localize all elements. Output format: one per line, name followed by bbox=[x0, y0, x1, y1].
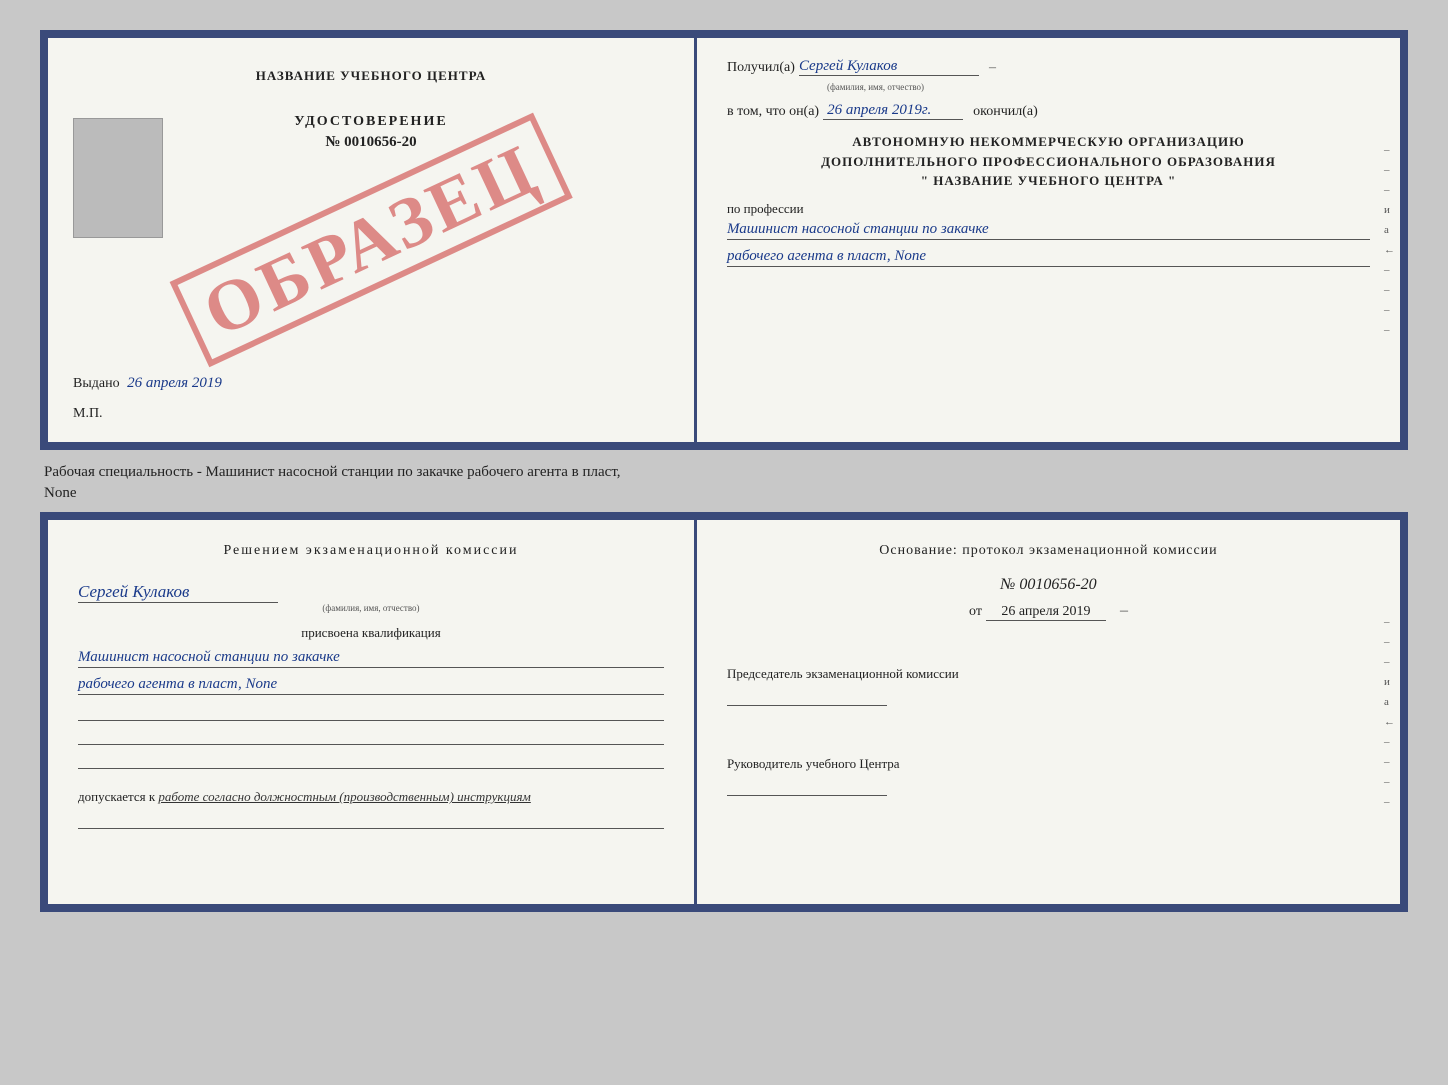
dopuskaetsya-row: допускается к работе согласно должностны… bbox=[78, 789, 664, 805]
bottom-document: Решением экзаменационной комиссии Сергей… bbox=[40, 512, 1408, 912]
okonchil-label: окончил(а) bbox=[973, 104, 1038, 120]
top-right-panel: Получил(а) Сергей Кулаков – (фамилия, им… bbox=[697, 38, 1400, 442]
rukovoditel-label: Руководитель учебного Центра bbox=[727, 756, 1370, 772]
person-name-section: Сергей Кулаков (фамилия, имя, отчество) bbox=[78, 582, 664, 613]
protocol-date-row: от 26 апреля 2019 – bbox=[727, 602, 1370, 621]
qual-line2: рабочего агента в пласт, None bbox=[78, 676, 664, 695]
poluchil-label: Получил(а) bbox=[727, 60, 795, 76]
osnovanie-title: Основание: протокол экзаменационной коми… bbox=[727, 540, 1370, 561]
right-edge-marks: – – – и a ← – – – – bbox=[1384, 144, 1395, 336]
dopuskaetsya-label: допускается к bbox=[78, 789, 155, 804]
page-wrapper: НАЗВАНИЕ УЧЕБНОГО ЦЕНТРА ОБРАЗЕЦ УДОСТОВ… bbox=[20, 20, 1428, 922]
poluchil-hint: (фамилия, имя, отчество) bbox=[827, 82, 1370, 92]
predsedatel-label: Председатель экзаменационной комиссии bbox=[727, 666, 1370, 682]
qual-line1: Машинист насосной станции по закачке bbox=[78, 649, 664, 668]
person-hint: (фамилия, имя, отчество) bbox=[78, 603, 664, 613]
vydano-label: Выдано bbox=[73, 376, 120, 391]
komissia-title: Решением экзаменационной комиссии bbox=[78, 540, 664, 562]
vydano-row: Выдано 26 апреля 2019 bbox=[73, 375, 222, 392]
dopuskaetsya-value: работе согласно должностным (производств… bbox=[158, 789, 530, 804]
bottom-left-panel: Решением экзаменационной комиссии Сергей… bbox=[48, 520, 697, 904]
po-professii-label: по профессии bbox=[727, 201, 1370, 217]
between-line1: Рабочая специальность - Машинист насосно… bbox=[44, 462, 1408, 483]
org-line1: АВТОНОМНУЮ НЕКОММЕРЧЕСКУЮ ОРГАНИЗАЦИЮ bbox=[727, 132, 1370, 152]
bottom-right-edge-marks: – – – и a ← – – – – bbox=[1384, 616, 1395, 808]
profession-line1: Машинист насосной станции по закачке bbox=[727, 221, 1370, 240]
poluchil-row: Получил(а) Сергей Кулаков – bbox=[727, 58, 1370, 76]
protocol-number: № 0010656-20 bbox=[727, 576, 1370, 594]
predsedatel-row: Председатель экзаменационной комиссии bbox=[727, 666, 1370, 711]
between-text: Рабочая специальность - Машинист насосно… bbox=[44, 462, 1408, 504]
top-left-panel: НАЗВАНИЕ УЧЕБНОГО ЦЕНТРА ОБРАЗЕЦ УДОСТОВ… bbox=[48, 38, 697, 442]
prisvoena-label: присвоена квалификация bbox=[78, 625, 664, 641]
ot-label: от bbox=[969, 604, 982, 619]
predsedatel-line bbox=[727, 686, 887, 706]
ot-date: 26 апреля 2019 bbox=[986, 604, 1106, 621]
bottom-line-3 bbox=[78, 751, 664, 769]
poluchil-value: Сергей Кулаков bbox=[799, 58, 897, 75]
org-line3: " НАЗВАНИЕ УЧЕБНОГО ЦЕНТРА " bbox=[727, 171, 1370, 191]
bottom-line-4 bbox=[78, 811, 664, 829]
bottom-right-panel: Основание: протокол экзаменационной коми… bbox=[697, 520, 1400, 904]
photo-placeholder bbox=[73, 118, 163, 238]
org-line2: ДОПОЛНИТЕЛЬНОГО ПРОФЕССИОНАЛЬНОГО ОБРАЗО… bbox=[727, 152, 1370, 172]
person-name: Сергей Кулаков bbox=[78, 582, 278, 603]
rukovoditel-line bbox=[727, 776, 887, 796]
top-document: НАЗВАНИЕ УЧЕБНОГО ЦЕНТРА ОБРАЗЕЦ УДОСТОВ… bbox=[40, 30, 1408, 450]
rukovoditel-row: Руководитель учебного Центра bbox=[727, 756, 1370, 801]
profession-line2: рабочего агента в пласт, None bbox=[727, 248, 1370, 267]
vydano-date: 26 апреля 2019 bbox=[127, 375, 222, 391]
bottom-line-1 bbox=[78, 703, 664, 721]
between-line2: None bbox=[44, 483, 1408, 504]
mp-row: М.П. bbox=[73, 406, 103, 422]
bottom-line-2 bbox=[78, 727, 664, 745]
top-center-name: НАЗВАНИЕ УЧЕБНОГО ЦЕНТРА bbox=[73, 68, 669, 84]
vtom-label: в том, что он(а) bbox=[727, 104, 819, 120]
vtom-value: 26 апреля 2019г. bbox=[823, 102, 963, 120]
vtom-row: в том, что он(а) 26 апреля 2019г. окончи… bbox=[727, 102, 1370, 120]
org-lines: АВТОНОМНУЮ НЕКОММЕРЧЕСКУЮ ОРГАНИЗАЦИЮ ДО… bbox=[727, 132, 1370, 191]
